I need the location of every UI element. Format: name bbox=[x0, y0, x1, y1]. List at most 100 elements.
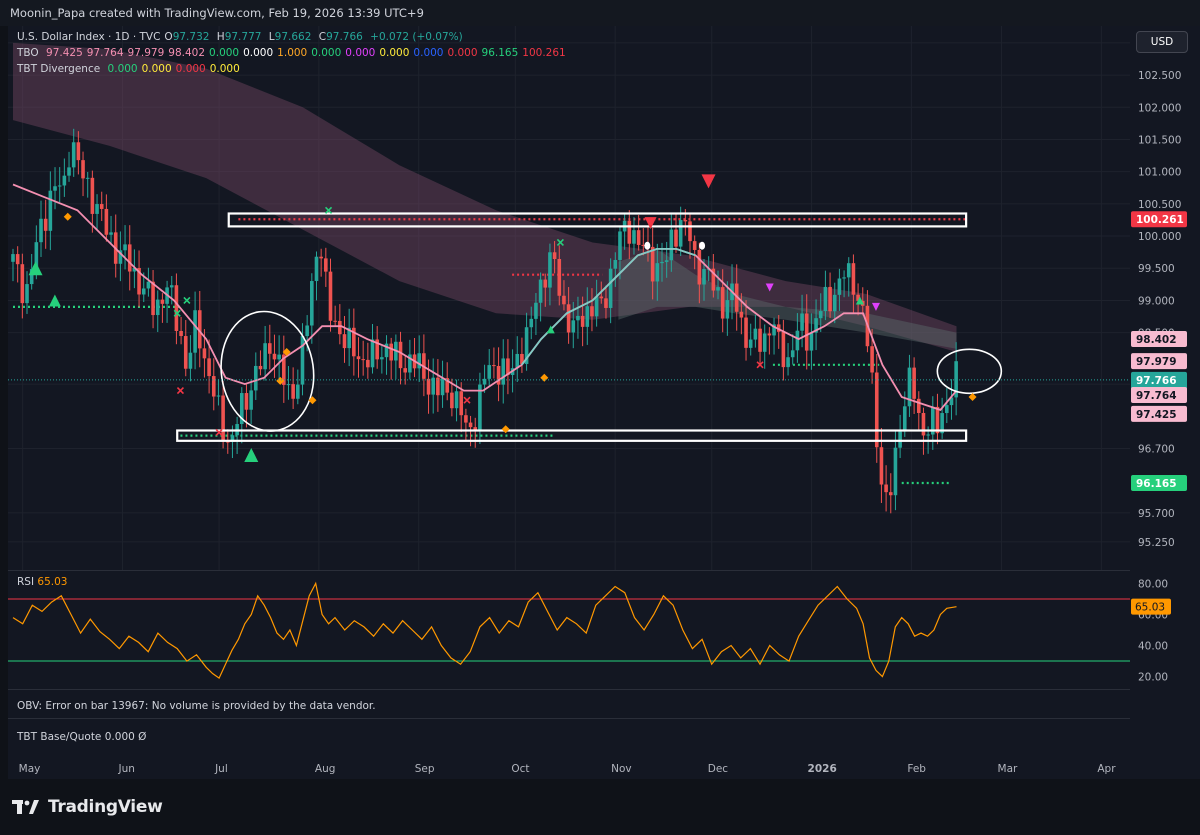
candle-body bbox=[678, 220, 683, 247]
candle-body bbox=[627, 220, 632, 244]
orange-diamond-marker bbox=[63, 212, 72, 221]
price-tick-label: 101.000 bbox=[1138, 167, 1181, 179]
tbo-value-2: 97.979 bbox=[127, 47, 165, 59]
high-value: 97.777 bbox=[224, 31, 262, 43]
price-axis[interactable]: 103.000102.500102.000101.500101.000100.5… bbox=[1130, 26, 1200, 757]
tradingview-wordmark: TradingView bbox=[48, 797, 163, 817]
candle-body bbox=[403, 368, 407, 373]
candle-body bbox=[310, 281, 314, 326]
tbo-legend[interactable]: TBO 97.425 97.764 97.979 98.402 0.000 0.000 1.… bbox=[17, 47, 570, 59]
candle-body bbox=[935, 406, 940, 434]
candle-body bbox=[291, 384, 295, 399]
tbt-base-legend[interactable]: TBT Base/Quote 0.000 Ø bbox=[17, 731, 146, 743]
rsi-value-tag-text: 65.03 bbox=[1135, 602, 1165, 614]
price-axis-svg[interactable]: 103.000102.500102.000101.500101.000100.5… bbox=[1130, 26, 1200, 757]
candle-body bbox=[566, 304, 571, 333]
candle-body bbox=[11, 254, 15, 262]
price-tick-label: 95.250 bbox=[1138, 537, 1175, 549]
orange-diamond-marker bbox=[540, 373, 549, 382]
candle-body bbox=[604, 298, 608, 308]
time-tick-label: Dec bbox=[708, 763, 729, 775]
rsi-tick-label: 40.00 bbox=[1138, 641, 1168, 653]
price-tag-text: 100.261 bbox=[1136, 214, 1184, 226]
price-tag: 97.425 bbox=[1131, 405, 1187, 422]
candle-body bbox=[590, 306, 594, 317]
tbt-base-label: TBT Base/Quote bbox=[17, 731, 102, 743]
candle-body bbox=[786, 357, 790, 368]
red-cross-marker bbox=[463, 396, 471, 404]
candle-body bbox=[739, 311, 744, 318]
candle-body bbox=[141, 288, 146, 295]
candle-body bbox=[767, 333, 772, 336]
tbo-label[interactable]: TBO bbox=[17, 47, 39, 59]
candle-body bbox=[912, 367, 916, 399]
time-tick-label: Sep bbox=[415, 763, 435, 775]
candle-body bbox=[342, 334, 347, 349]
candle-body bbox=[207, 358, 211, 377]
price-tick-label: 100.000 bbox=[1138, 231, 1181, 243]
time-tick-label: Nov bbox=[611, 763, 632, 775]
open-value: 97.732 bbox=[172, 31, 210, 43]
candle-body bbox=[202, 348, 207, 359]
rsi-tick-label: 80.00 bbox=[1138, 578, 1168, 590]
candle-body bbox=[160, 299, 165, 304]
candle-body bbox=[95, 204, 99, 214]
tradingview-logo[interactable]: TradingView bbox=[12, 797, 163, 817]
rsi-tick-label: 20.00 bbox=[1138, 672, 1168, 684]
time-axis[interactable]: May Jun Jul Aug Sep Oct Nov Dec 2026 Feb Mar Apr bbox=[8, 757, 1200, 779]
candle-body bbox=[926, 434, 930, 436]
candle-body bbox=[846, 263, 851, 278]
candle-body bbox=[174, 285, 179, 331]
candle-body bbox=[328, 271, 333, 321]
price-tag-text: 98.402 bbox=[1136, 334, 1177, 346]
currency-button[interactable]: USD bbox=[1136, 31, 1188, 53]
candle-body bbox=[655, 263, 660, 282]
rsi-legend[interactable]: RSI 65.03 bbox=[17, 576, 67, 588]
candle-body bbox=[898, 431, 902, 448]
candle-body bbox=[76, 142, 81, 161]
rsi-label: RSI bbox=[17, 576, 35, 588]
rsi-line bbox=[12, 581, 957, 680]
candle-body bbox=[57, 185, 62, 187]
symbol-legend[interactable]: U.S. Dollar Index · 1D · TVC O97.732 H97.… bbox=[17, 31, 467, 43]
candle-body bbox=[632, 230, 636, 244]
candle-body bbox=[267, 343, 272, 354]
candle-body bbox=[697, 249, 702, 285]
tbt-label[interactable]: TBT Divergence bbox=[17, 63, 100, 75]
price-tick-label: 100.500 bbox=[1138, 199, 1181, 211]
candle-body bbox=[216, 395, 221, 397]
candle-body bbox=[71, 142, 76, 168]
symbol-name[interactable]: U.S. Dollar Index · 1D · TVC bbox=[17, 31, 160, 43]
tbo-value-6: 1.000 bbox=[277, 47, 308, 59]
candle-body bbox=[543, 279, 548, 288]
candle-body bbox=[571, 320, 576, 333]
orange-diamond-marker bbox=[501, 425, 510, 434]
tbo-value-0: 97.425 bbox=[46, 47, 83, 59]
tbt-divergence-legend[interactable]: TBT Divergence 0.000 0.000 0.000 0.000 bbox=[17, 63, 244, 75]
candle-body bbox=[244, 393, 249, 410]
main-price-pane[interactable] bbox=[8, 26, 1130, 570]
candle-body bbox=[753, 328, 758, 340]
candle-body bbox=[258, 365, 263, 370]
candle-body bbox=[188, 352, 193, 369]
candle-body bbox=[67, 167, 71, 176]
candle-body bbox=[305, 325, 309, 337]
tbo-value-8: 0.000 bbox=[345, 47, 376, 59]
rsi-pane[interactable] bbox=[8, 571, 1130, 689]
candle-body bbox=[356, 356, 361, 360]
obv-error-message: OBV: Error on bar 13967: No volume is pr… bbox=[17, 700, 376, 712]
price-tag: 97.764 bbox=[1131, 387, 1187, 404]
candle-body bbox=[62, 175, 67, 186]
rsi-chart-svg[interactable] bbox=[8, 571, 1130, 689]
price-chart-svg[interactable] bbox=[8, 26, 1130, 570]
header-title: Moonin_Papa created with TradingView.com… bbox=[10, 6, 424, 20]
time-axis-svg[interactable]: May Jun Jul Aug Sep Oct Nov Dec 2026 Feb Mar Apr bbox=[8, 757, 1200, 779]
candle-body bbox=[921, 412, 926, 436]
candle-body bbox=[81, 160, 85, 179]
candle-body bbox=[580, 315, 585, 327]
candle-body bbox=[398, 341, 403, 369]
candle-body bbox=[725, 300, 730, 319]
tradingview-logo-icon bbox=[12, 800, 39, 814]
candle-body bbox=[664, 260, 669, 262]
price-tag: 97.979 bbox=[1131, 353, 1187, 370]
